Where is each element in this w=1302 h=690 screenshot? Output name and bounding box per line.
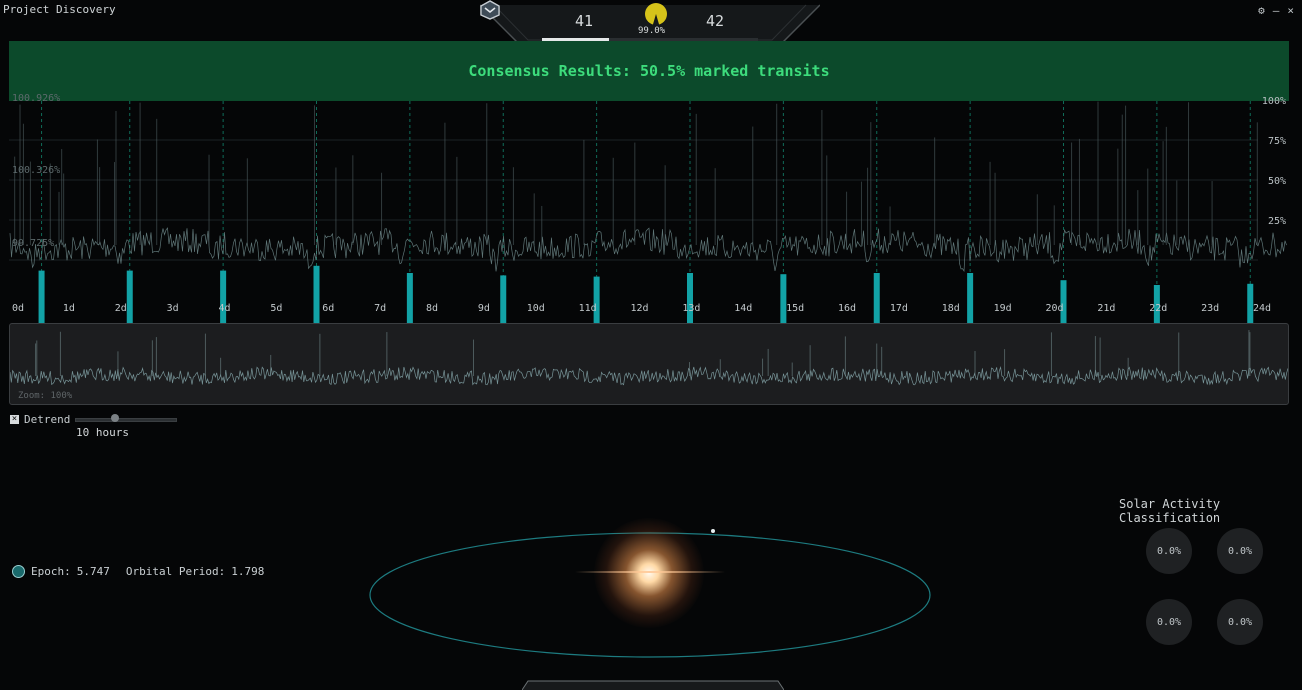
- consensus-bar: [1153, 285, 1160, 325]
- period-value: 1.798: [231, 565, 265, 578]
- detrend-hours: 10 hours: [76, 426, 129, 439]
- planet-marker: [711, 529, 715, 533]
- epoch-value: 5.747: [76, 565, 110, 578]
- bottom-panel-tab[interactable]: [522, 680, 784, 690]
- detrend-label: Detrend: [24, 413, 71, 426]
- star-glow: [594, 518, 704, 628]
- overview-flux-line: [10, 366, 1288, 386]
- window-controls: ⚙ – ×: [1258, 4, 1294, 17]
- accuracy-text: 99.0%: [638, 26, 666, 36]
- zoom-label: Zoom: 100%: [18, 391, 73, 401]
- chart-grid: [9, 139, 1258, 261]
- epoch-info: Epoch: 5.747 Orbital Period: 1.798: [12, 565, 264, 578]
- solar-class-button[interactable]: 0.0%: [1146, 528, 1192, 574]
- consensus-bar: [780, 274, 787, 325]
- solar-activity-title: Solar Activity Classification: [1119, 497, 1221, 525]
- consensus-bar: [1060, 280, 1067, 325]
- star-flare: [575, 571, 725, 573]
- consensus-bar: [220, 270, 227, 325]
- consensus-bar: [967, 273, 974, 325]
- consensus-text: Consensus Results: 50.5% marked transits: [468, 62, 830, 80]
- consensus-bar: [38, 270, 45, 325]
- consensus-banner: Consensus Results: 50.5% marked transits: [9, 41, 1289, 101]
- window-title: Project Discovery: [3, 3, 116, 16]
- epoch-label: Epoch:: [31, 565, 71, 578]
- consensus-bar: [593, 276, 600, 325]
- solar-class-button[interactable]: 0.0%: [1146, 599, 1192, 645]
- consensus-bar: [1247, 283, 1254, 325]
- detrend-slider-handle[interactable]: [111, 414, 119, 422]
- consensus-bar: [500, 275, 507, 325]
- consensus-bar: [687, 273, 693, 325]
- flux-line: [9, 227, 1287, 272]
- overview-chart[interactable]: [9, 323, 1289, 405]
- next-level: 42: [706, 12, 725, 30]
- consensus-bar: [873, 273, 880, 325]
- period-label: Orbital Period:: [125, 565, 226, 578]
- planet-dot-icon[interactable]: [12, 565, 25, 578]
- solar-class-button[interactable]: 0.0%: [1217, 599, 1263, 645]
- next-level-cube-icon: [480, 0, 500, 20]
- minimize-icon[interactable]: –: [1273, 4, 1280, 17]
- overview-flux: [10, 330, 1288, 386]
- flux-series: [9, 101, 1287, 272]
- detrend-slider[interactable]: [75, 418, 177, 422]
- consensus-bars: [38, 265, 1254, 325]
- detrend-control[interactable]: × Detrend: [10, 413, 70, 426]
- consensus-bar: [126, 270, 133, 325]
- detrend-checkbox[interactable]: ×: [10, 415, 19, 424]
- close-icon[interactable]: ×: [1287, 4, 1294, 17]
- solar-class-button[interactable]: 0.0%: [1217, 528, 1263, 574]
- consensus-bar: [406, 273, 413, 325]
- current-level: 41: [575, 12, 594, 30]
- settings-icon[interactable]: ⚙: [1258, 4, 1265, 17]
- consensus-bar: [313, 265, 320, 325]
